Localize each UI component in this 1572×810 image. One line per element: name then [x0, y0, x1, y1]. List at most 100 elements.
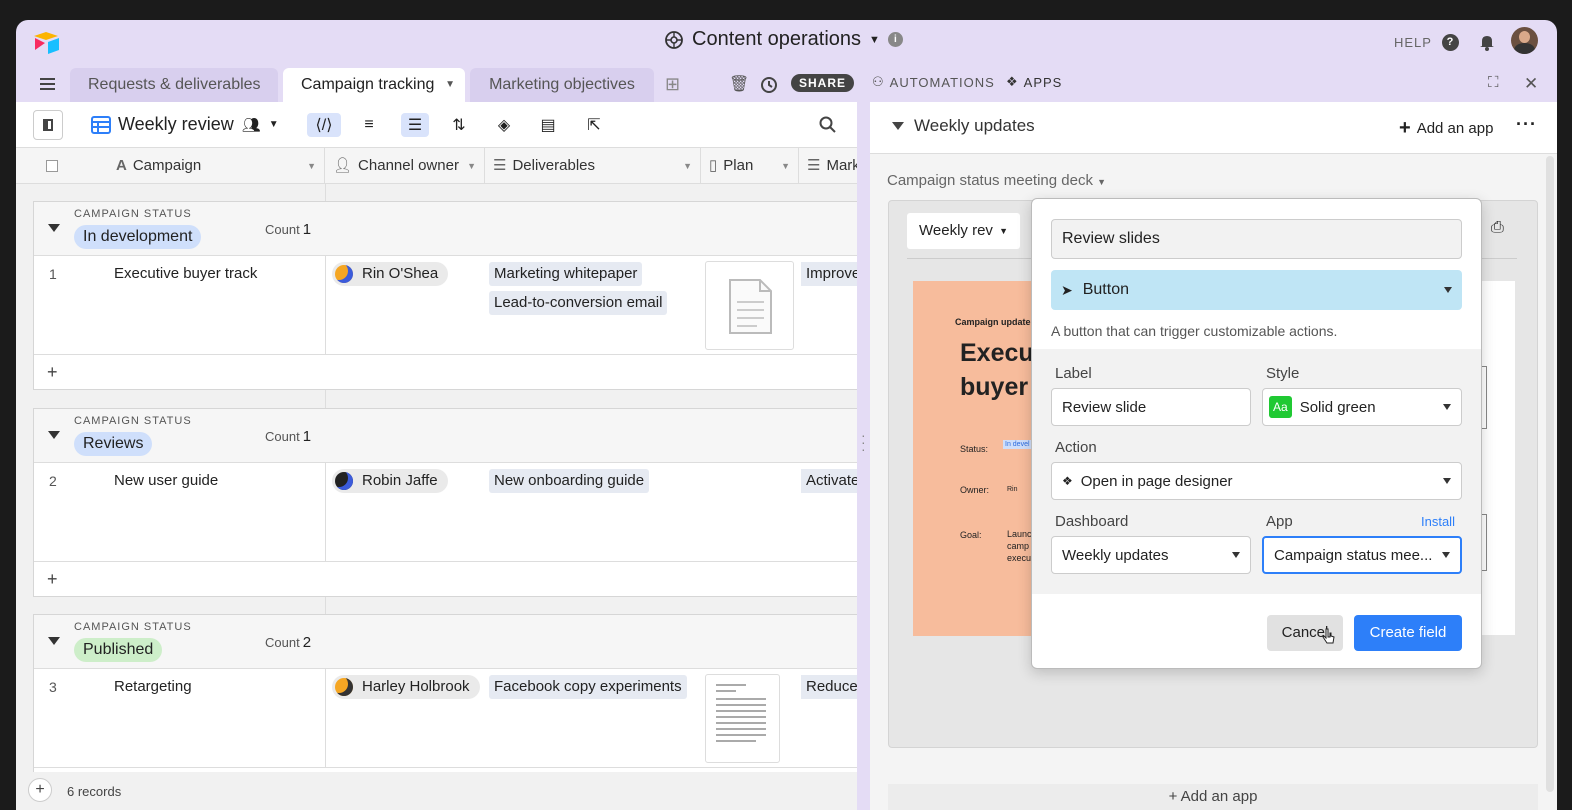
- share-button[interactable]: SHARE: [791, 74, 855, 92]
- action-select[interactable]: ❖ Open in page designer: [1051, 462, 1462, 500]
- style-select[interactable]: Aa Solid green: [1262, 388, 1462, 426]
- view-bar: Weekly review 👥︎ ▼ ⟨/⟩ ≡ ☰ ⇅ ◈ ▤ ⇱: [16, 102, 857, 148]
- column-campaign[interactable]: A Campaign ▼: [76, 148, 325, 184]
- trash-icon[interactable]: 🗑︎: [729, 74, 750, 94]
- add-row-button[interactable]: +: [34, 355, 857, 391]
- bottom-add-app-button[interactable]: + Add an app: [888, 784, 1538, 810]
- owner-chip[interactable]: Rin O'Shea: [332, 262, 449, 286]
- scrollbar[interactable]: [1546, 156, 1554, 792]
- owner-name: Harley Holbrook: [362, 678, 470, 695]
- pane-resize-handle[interactable]: · · ·: [857, 102, 870, 810]
- deliverable-chip[interactable]: Marketing whitepaper: [489, 262, 643, 286]
- field-name-value: Review slides: [1062, 230, 1160, 247]
- campaign-cell[interactable]: New user guide: [114, 472, 218, 489]
- add-table-button[interactable]: ⊞: [665, 74, 681, 95]
- view-select[interactable]: Weekly rev ▼: [907, 213, 1020, 249]
- group-icon[interactable]: ☰: [401, 113, 429, 137]
- chevron-down-icon: [1444, 287, 1452, 293]
- add-app-button[interactable]: + Add an app: [1399, 117, 1493, 140]
- field-type-select[interactable]: ➤ Button: [1051, 270, 1462, 310]
- color-icon[interactable]: ◈: [492, 113, 516, 137]
- column-plan[interactable]: ▯ Plan ▼: [701, 148, 799, 184]
- collapse-group-icon[interactable]: [48, 431, 60, 439]
- add-row-button[interactable]: +: [34, 562, 857, 598]
- slide-subtitle: Campaign update: [955, 317, 1031, 327]
- label-label: Label: [1055, 365, 1092, 382]
- help-icon[interactable]: ?: [1441, 33, 1459, 51]
- campaign-cell[interactable]: Retargeting: [114, 678, 192, 695]
- chevron-down-icon[interactable]: ▼: [307, 148, 316, 184]
- dashboard-select[interactable]: Weekly updates: [1051, 536, 1251, 574]
- marketing-chip[interactable]: Reduce: [801, 675, 861, 699]
- history-icon[interactable]: [760, 76, 778, 94]
- apps-icon: ❖: [1062, 474, 1073, 488]
- table-row[interactable]: 1 Executive buyer track Rin O'Shea Marke…: [34, 256, 861, 355]
- search-icon[interactable]: [819, 116, 837, 134]
- share-view-icon[interactable]: ⇱: [582, 113, 606, 137]
- deliverable-chip[interactable]: Facebook copy experiments: [489, 675, 687, 699]
- info-icon[interactable]: i: [887, 32, 903, 47]
- column-deliverables[interactable]: ☰ Deliverables ▼: [485, 148, 701, 184]
- table-row[interactable]: 2 New user guide Robin Jaffe New onboard…: [34, 463, 861, 562]
- print-icon[interactable]: ⎙: [1491, 219, 1504, 237]
- user-avatar[interactable]: [1511, 27, 1538, 54]
- owner-chip[interactable]: Harley Holbrook: [332, 675, 480, 699]
- column-channel-owner[interactable]: 👤︎ Channel owner ▼: [325, 148, 485, 184]
- app-select[interactable]: Campaign status mee...: [1262, 536, 1462, 574]
- chevron-down-icon[interactable]: ▼: [269, 119, 279, 130]
- view-name[interactable]: Weekly review 👥︎ ▼: [118, 114, 279, 135]
- mouse-cursor-icon: [1322, 628, 1335, 644]
- label-input[interactable]: Review slide: [1051, 388, 1251, 426]
- apps-button[interactable]: ❖ APPS: [1006, 74, 1062, 90]
- hide-fields-icon[interactable]: ⟨/⟩: [307, 113, 341, 137]
- install-link[interactable]: Install: [1421, 514, 1455, 529]
- base-title[interactable]: Content operations ▼ i: [664, 28, 903, 51]
- bell-icon[interactable]: [1477, 32, 1497, 52]
- text-field-icon: A: [116, 157, 127, 174]
- collapse-icon[interactable]: [892, 122, 904, 130]
- sidebar-toggle-icon[interactable]: [33, 110, 63, 140]
- plus-icon: +: [1399, 117, 1411, 139]
- tab-requests[interactable]: Requests & deliverables: [70, 68, 278, 102]
- menu-icon[interactable]: [40, 78, 55, 90]
- style-label: Style: [1266, 365, 1300, 382]
- owner-chip[interactable]: Robin Jaffe: [332, 469, 448, 493]
- expand-icon[interactable]: ⛶: [1488, 74, 1500, 91]
- chevron-down-icon[interactable]: ▼: [467, 148, 476, 184]
- share-label: SHARE: [791, 74, 855, 92]
- record-count: 6 records: [67, 784, 122, 799]
- chevron-down-icon[interactable]: ▼: [781, 148, 790, 184]
- tab-campaign-tracking[interactable]: Campaign tracking ▼: [283, 68, 465, 102]
- marketing-chip[interactable]: Improve: [801, 262, 861, 286]
- automations-button[interactable]: ⚇ AUTOMATIONS: [872, 74, 995, 90]
- deliverable-chip[interactable]: New onboarding guide: [489, 469, 650, 493]
- deliverable-chip[interactable]: Lead-to-conversion email: [489, 291, 668, 315]
- more-icon[interactable]: ···: [1516, 114, 1537, 135]
- table-row[interactable]: 3 Retargeting Harley Holbrook Facebook c…: [34, 669, 861, 768]
- collapse-group-icon[interactable]: [48, 224, 60, 232]
- chevron-down-icon: [1443, 478, 1451, 484]
- avatar: [335, 678, 353, 696]
- create-field-label: Create field: [1369, 624, 1447, 641]
- plan-attachment[interactable]: [705, 261, 794, 350]
- campaign-cell[interactable]: Executive buyer track: [114, 265, 257, 282]
- chevron-down-icon[interactable]: ▼: [869, 34, 880, 46]
- help-link[interactable]: HELP: [1394, 35, 1432, 50]
- add-record-button[interactable]: +: [28, 778, 52, 802]
- airtable-logo[interactable]: [33, 30, 61, 54]
- marketing-chip[interactable]: Activate: [801, 469, 861, 493]
- row-height-icon[interactable]: ▤: [536, 113, 560, 137]
- collapse-group-icon[interactable]: [48, 637, 60, 645]
- close-icon[interactable]: ✕: [1524, 74, 1539, 94]
- sort-icon[interactable]: ⇅: [447, 113, 471, 137]
- tab-marketing-objectives[interactable]: Marketing objectives: [470, 68, 654, 102]
- create-field-button[interactable]: Create field: [1354, 615, 1462, 651]
- chevron-down-icon[interactable]: ▼: [683, 148, 692, 184]
- select-all-checkbox[interactable]: [16, 148, 76, 184]
- app-caption[interactable]: Campaign status meeting deck ▼: [887, 172, 1106, 189]
- filter-icon[interactable]: ≡: [357, 113, 381, 137]
- chevron-down-icon[interactable]: ▼: [445, 68, 455, 102]
- field-name-input[interactable]: Review slides: [1051, 219, 1462, 259]
- dashboard-title[interactable]: Weekly updates: [914, 116, 1035, 136]
- plan-attachment[interactable]: [705, 674, 780, 763]
